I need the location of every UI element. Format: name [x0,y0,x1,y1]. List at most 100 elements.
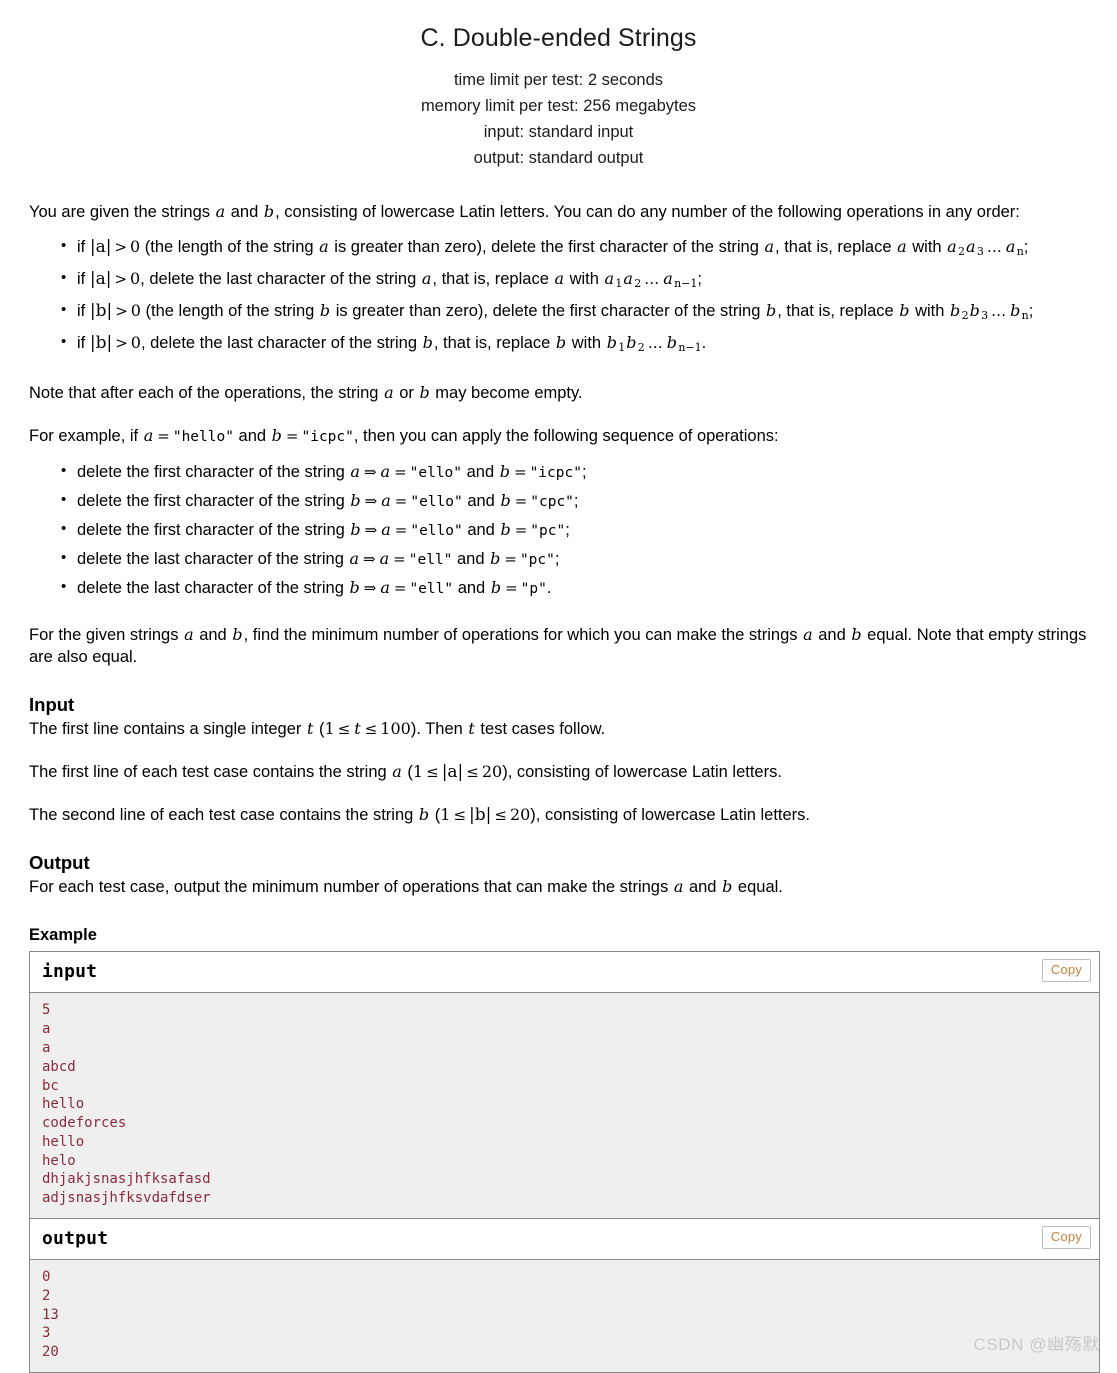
equals-sign: = [157,427,170,446]
implies-icon: ⇒ [363,463,377,482]
step-action: delete the first character of the string [77,492,350,511]
var-ref: b [271,426,282,446]
zero-value: 0 [130,301,141,321]
seq-subscript: n−1 [674,277,698,291]
var-ref: b [899,301,910,321]
copy-output-button[interactable]: Copy [1041,1226,1091,1250]
list-item: if |a|>0 (the length of the string a is … [61,232,1100,265]
input-line-1: The first line contains a single integer… [29,718,1100,740]
input-text: The first line contains a single integer [29,720,306,739]
var-ref: b [722,877,733,897]
var-a: a [215,202,226,221]
op-text: if [77,334,90,353]
var-ref: b [319,301,331,321]
string-literal: "pc" [519,552,555,569]
example-steps-list: delete the first character of the string… [29,457,1100,603]
leq-sign: ≤ [466,763,479,782]
op-text: , that is, replace [432,270,554,289]
sample-input-data[interactable]: 5 a a abcd bc hello codeforces hello hel… [30,993,1099,1220]
var-ref: a [421,269,432,289]
sample-output-data[interactable]: 0 2 13 3 20 [30,1260,1099,1373]
step-terminator: ; [554,550,560,569]
string-literal: "hello" [172,429,234,446]
comparison-operator: > [115,302,128,321]
closing-text: and [194,626,232,645]
step-target: a [350,462,360,482]
var-ref: a [380,462,391,482]
output-text: equal. [733,878,783,897]
var-ref: a [673,877,684,897]
range-high: 20 [481,762,503,782]
var-ref: b [232,625,243,645]
output-text: For each test case, output the minimum n… [29,878,673,897]
op-terminator: . [701,334,707,353]
var-b: b [263,202,275,221]
example-section-heading: Example [29,926,97,945]
empty-note-paragraph: Note that after each of the operations, … [29,382,1100,404]
equals-sign: = [514,521,528,540]
leq-sign: ≤ [337,720,351,739]
sample-input-section: input Copy 5 a a abcd bc hello codeforce… [30,952,1099,1220]
input-line-3: The second line of each test case contai… [29,804,1100,826]
string-literal: "ello" [410,494,463,511]
input-text: ( [430,806,441,825]
range-low: 1 [440,805,451,825]
op-text: is greater than zero), delete the first … [331,302,765,321]
var-ref: b [555,333,567,353]
implies-icon: ⇒ [364,492,378,511]
op-text: , delete the last character of the strin… [140,270,421,289]
input-line-2: The first line of each test case contain… [29,761,1100,783]
var-ref: a [319,237,329,256]
comparison-operator: > [114,270,128,289]
example-text: For example, if [29,427,143,446]
output-section-heading: Output [29,852,90,874]
string-literal: "icpc" [529,465,582,482]
var-ref: b [499,462,510,482]
var-ref: a [184,625,194,645]
copy-input-button[interactable]: Copy [1041,959,1091,983]
seq-base: a [966,237,976,256]
var-t: t [468,719,475,739]
list-item: delete the first character of the string… [61,515,1100,545]
list-item: delete the last character of the string … [61,573,1100,603]
implies-icon: ⇒ [363,550,376,569]
note-text: may become empty. [430,384,583,403]
output-text: and [684,878,722,897]
zero-value: 0 [130,269,141,289]
memory-limit: memory limit per test: 256 megabytes [420,97,697,115]
abs-expr: |b| [469,805,492,826]
time-limit: time limit per test: 2 seconds [453,71,664,89]
step-text: and [462,463,499,482]
seq-base: b [1010,301,1021,321]
var-ref: a [554,269,565,289]
op-terminator: ; [1028,302,1034,321]
seq-base: b [969,301,980,321]
equals-sign: = [393,550,406,569]
list-item: delete the first character of the string… [61,457,1100,487]
step-terminator: ; [573,492,579,511]
list-item: if |b|>0, delete the last character of t… [61,328,1100,361]
implies-icon: ⇒ [364,521,378,540]
step-terminator: . [546,579,552,598]
op-text: , delete the last character of the strin… [140,334,422,353]
note-text: or [394,384,419,403]
var-ref: b [500,520,511,540]
var-ref: b [500,491,511,511]
range-low: 1 [412,762,424,782]
implies-icon: ⇒ [363,579,377,598]
step-action: delete the first character of the string [77,463,350,482]
sample-tests: input Copy 5 a a abcd bc hello codeforce… [29,951,1100,1373]
operations-list: if |a|>0 (the length of the string a is … [29,232,1100,361]
op-terminator: ; [697,270,702,289]
equals-sign: = [394,521,408,540]
output-spec: output: standard output [473,149,644,167]
string-literal: "p" [520,581,547,598]
equals-sign: = [393,579,407,598]
input-text: ( [314,720,325,739]
output-box-label: output [42,1228,109,1250]
var-ref: a [381,520,391,540]
op-text: if [77,270,90,289]
string-literal: "ello" [409,465,463,482]
problem-header: C. Double-ended Strings time limit per t… [0,0,1117,171]
input-text: test cases follow. [475,720,606,739]
